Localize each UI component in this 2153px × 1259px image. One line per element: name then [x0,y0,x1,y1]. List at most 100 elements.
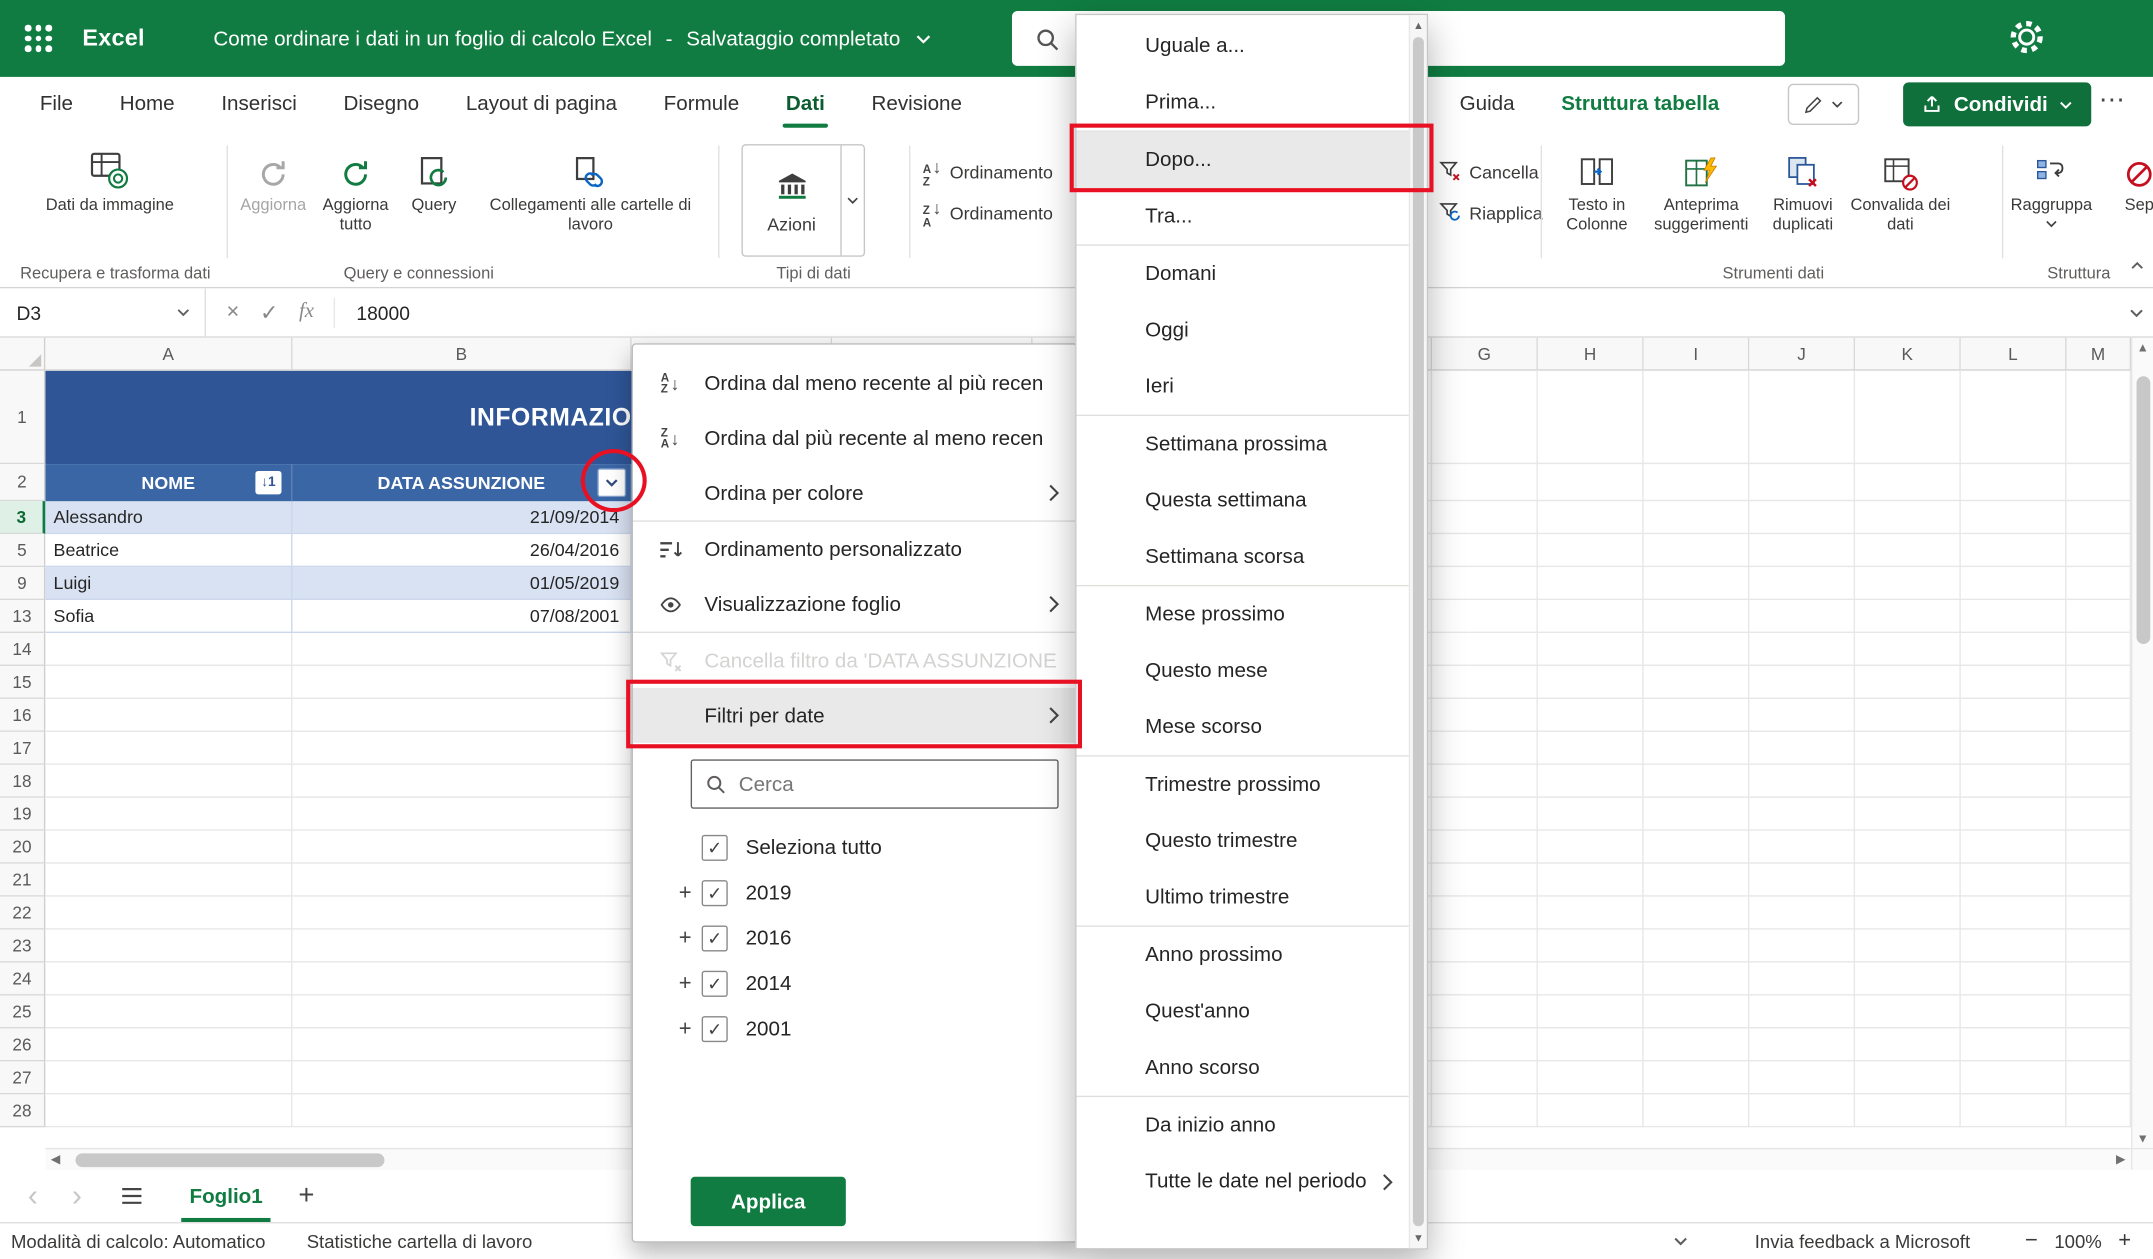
datefilter-item-anno-scorso[interactable]: Anno scorso [1077,1039,1411,1095]
select-all-corner[interactable] [0,338,45,371]
chevron-down-icon[interactable] [176,305,191,320]
column-header-K[interactable]: K [1855,338,1961,371]
datefilter-item-oggi[interactable]: Oggi [1077,302,1411,358]
previous-sheet-icon[interactable]: ‹ [22,1181,44,1211]
hire-date-cell[interactable]: 26/04/2016 [292,534,631,566]
aggiorna-tutto-button[interactable]: Aggiorna tutto [313,141,398,233]
collegamenti-button[interactable]: Collegamenti alle cartelle di lavoro [472,141,708,233]
filter-value-2014[interactable]: +✓2014 [633,961,1077,1006]
rimuovi-duplicati-button[interactable]: Rimuovi duplicati [1760,141,1845,233]
tab-dati[interactable]: Dati [763,77,849,132]
azioni-button[interactable]: Azioni [741,144,865,257]
vertical-scrollbar[interactable]: ▲ ▼ [2131,338,2153,1148]
table-title-cell[interactable]: INFORMAZIO [45,371,631,464]
raggruppa-button[interactable]: Raggruppa [2007,141,2095,230]
datefilter-item-dopo[interactable]: Dopo... [1077,132,1411,188]
zoom-in-icon[interactable]: + [2118,1229,2131,1254]
formula-bar-value[interactable]: 18000 [356,301,409,323]
column-header-M[interactable]: M [2067,338,2132,371]
date-header-cell[interactable]: DATA ASSUNZIONE [292,464,631,501]
row-header-27[interactable]: 27 [0,1061,45,1094]
row-header-19[interactable]: 19 [0,798,45,831]
datefilter-item-settimana-scorsa[interactable]: Settimana scorsa [1077,529,1411,585]
tab-guida[interactable]: Guida [1436,77,1538,132]
expand-icon[interactable]: + [669,1017,702,1042]
tab-layout-di-pagina[interactable]: Layout di pagina [442,77,640,132]
expand-icon[interactable]: + [669,926,702,951]
row-header-24[interactable]: 24 [0,963,45,996]
cancel-entry-icon[interactable]: × [227,300,240,325]
row-header-28[interactable]: 28 [0,1094,45,1127]
filter-value-2016[interactable]: +✓2016 [633,916,1077,961]
calculation-mode[interactable]: Modalità di calcolo: Automatico [11,1231,266,1252]
app-launcher-icon[interactable] [16,16,60,60]
filter-menu-item-filtri-per-date[interactable]: Filtri per date [633,688,1077,743]
tab-revisione[interactable]: Revisione [848,77,985,132]
row-header-14[interactable]: 14 [0,633,45,666]
feedback-link[interactable]: Invia feedback a Microsoft [1755,1231,1970,1252]
filter-search-box[interactable] [691,759,1059,808]
add-sheet-icon[interactable]: + [298,1180,314,1212]
ordinamento-decrescente-button[interactable]: ZA↓ Ordinamento [923,195,1085,231]
zoom-out-icon[interactable]: − [2025,1229,2038,1254]
column-header-I[interactable]: I [1644,338,1750,371]
row-header-22[interactable]: 22 [0,897,45,930]
checkbox[interactable]: ✓ [702,1016,728,1042]
horizontal-scroll-thumb[interactable] [76,1153,385,1167]
row-header-17[interactable]: 17 [0,732,45,765]
column-header-L[interactable]: L [1961,338,2067,371]
row-header-5[interactable]: 5 [0,534,45,567]
ribbon-more-button[interactable]: … [2098,78,2127,110]
document-title[interactable]: Come ordinare i dati in un foglio di cal… [213,27,651,50]
row-header-21[interactable]: 21 [0,864,45,897]
datefilter-item-quest-anno[interactable]: Quest'anno [1077,983,1411,1039]
datefilter-item-mese-prossimo[interactable]: Mese prossimo [1077,586,1411,642]
datefilter-item-trimestre-prossimo[interactable]: Trimestre prossimo [1077,757,1411,813]
tab-disegno[interactable]: Disegno [320,77,442,132]
filter-menu-item-ordina-dal-pi-recente-al-meno-recen[interactable]: ZA↓Ordina dal più recente al meno recen [633,411,1077,466]
row-header-26[interactable]: 26 [0,1028,45,1061]
settings-gear-icon[interactable] [2007,18,2048,59]
all-sheets-menu-icon[interactable] [121,1186,143,1205]
cancella-filtro-button[interactable]: Cancella [1439,154,1539,190]
vertical-scroll-thumb[interactable] [2137,376,2151,644]
row-header-13[interactable]: 13 [0,600,45,633]
filter-value-2001[interactable]: +✓2001 [633,1006,1077,1051]
tab-struttura-tabella[interactable]: Struttura tabella [1538,77,1743,132]
anteprima-suggerimenti-button[interactable]: Anteprima suggerimenti [1645,141,1758,233]
tab-home[interactable]: Home [96,77,198,132]
testo-in-colonne-button[interactable]: Testo in Colonne [1552,141,1643,233]
filter-search-input[interactable] [739,772,1045,795]
scroll-right-icon[interactable]: ▶ [2116,1152,2126,1167]
row-header-20[interactable]: 20 [0,831,45,864]
scroll-up-icon[interactable]: ▲ [2132,341,2153,355]
collapse-ribbon-icon[interactable] [2130,255,2145,280]
row-header-25[interactable]: 25 [0,995,45,1028]
scroll-thumb[interactable] [1413,37,1424,1226]
separa-button[interactable]: Sep [2101,141,2153,214]
row-header-2[interactable]: 2 [0,464,45,501]
datefilter-item-questo-trimestre[interactable]: Questo trimestre [1077,813,1411,869]
chevron-down-icon[interactable] [840,146,863,256]
chevron-down-icon[interactable] [914,30,932,48]
workbook-statistics[interactable]: Statistiche cartella di lavoro [307,1231,533,1252]
hire-date-cell[interactable]: 21/09/2014 [292,501,631,533]
column-header-B[interactable]: B [292,338,631,371]
filter-menu-item-visualizzazione-foglio[interactable]: Visualizzazione foglio [633,577,1077,632]
datefilter-item-tutte-le-date-nel-periodo[interactable]: Tutte le date nel periodo [1077,1153,1411,1209]
share-button[interactable]: Condividi [1903,82,2092,126]
expand-icon[interactable]: + [669,881,702,906]
column-header-G[interactable]: G [1432,338,1538,371]
checkbox[interactable]: ✓ [702,880,728,906]
sheet-tab-foglio1[interactable]: Foglio1 [179,1170,274,1222]
scroll-left-icon[interactable]: ◀ [51,1152,61,1167]
column-filter-button[interactable] [597,468,626,497]
datefilter-item-ultimo-trimestre[interactable]: Ultimo trimestre [1077,869,1411,925]
scroll-down-icon[interactable]: ▼ [2132,1131,2153,1145]
datefilter-item-questa-settimana[interactable]: Questa settimana [1077,472,1411,528]
status-options-chevron-icon[interactable] [1672,1233,1688,1249]
datefilter-item-anno-prossimo[interactable]: Anno prossimo [1077,927,1411,983]
employee-name-cell[interactable]: Sofia [45,600,292,632]
save-status[interactable]: Salvataggio completato [686,27,900,50]
dati-da-immagine-button[interactable]: Dati da immagine [33,141,187,214]
